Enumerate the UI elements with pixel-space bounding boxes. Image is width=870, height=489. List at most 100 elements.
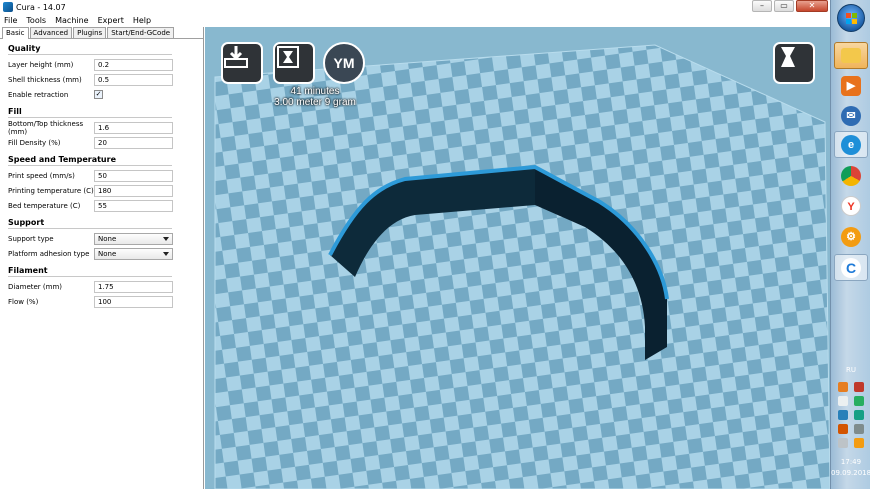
- dropdown-arrow-icon: [163, 236, 169, 241]
- shell-thickness-input[interactable]: 0.5: [94, 73, 173, 86]
- view-mode-button[interactable]: [773, 42, 815, 84]
- fill-density-row: Fill Density (%) 20: [8, 135, 203, 150]
- menu-file[interactable]: File: [4, 16, 17, 25]
- taskbar-settings[interactable]: ⚙: [834, 223, 868, 250]
- settings-tabs: Basic Advanced Plugins Start/End-GCode: [0, 27, 203, 39]
- support-type-row: Support type None: [8, 231, 203, 246]
- printing-temperature-input[interactable]: 180: [94, 184, 173, 197]
- taskbar-internet-explorer[interactable]: e: [834, 131, 868, 158]
- layer-height-label: Layer height (mm): [8, 60, 74, 69]
- printing-temperature-row: Printing temperature (C) 180: [8, 183, 203, 198]
- system-tray: [835, 380, 867, 450]
- tray-update-icon[interactable]: [854, 396, 864, 406]
- yandex-icon: Y: [841, 195, 861, 216]
- print-speed-input[interactable]: 50: [94, 169, 173, 182]
- youmagine-button[interactable]: YM: [323, 42, 365, 84]
- tab-start-end-gcode[interactable]: Start/End-GCode: [107, 27, 175, 38]
- support-type-select[interactable]: None: [94, 232, 173, 245]
- support-type-label: Support type: [8, 234, 54, 243]
- bottom-top-thickness-row: Bottom/Top thickness (mm) 1.6: [8, 119, 203, 136]
- print-time-text: 41 minutes: [290, 86, 340, 97]
- layer-height-input[interactable]: 0.2: [94, 58, 173, 71]
- platform-adhesion-select[interactable]: None: [94, 247, 173, 260]
- print-speed-label: Print speed (mm/s): [8, 171, 75, 180]
- flow-row: Flow (%) 100: [8, 294, 203, 309]
- fill-section: Fill Bottom/Top thickness (mm) 1.6 Fill …: [0, 107, 203, 150]
- taskbar-ccleaner[interactable]: C: [834, 254, 868, 281]
- fill-heading: Fill: [8, 107, 172, 118]
- platform-adhesion-value: None: [98, 249, 117, 258]
- build-plate: [214, 44, 830, 489]
- bed-temperature-input[interactable]: 55: [94, 199, 173, 212]
- tray-avast-icon[interactable]: [838, 382, 848, 392]
- print-button[interactable]: [273, 42, 315, 84]
- tab-advanced[interactable]: Advanced: [29, 27, 73, 38]
- tab-plugins[interactable]: Plugins: [73, 27, 107, 38]
- tab-basic[interactable]: Basic: [2, 27, 29, 39]
- minimize-button[interactable]: –: [752, 0, 772, 12]
- tray-signal-icon[interactable]: [838, 438, 848, 448]
- shell-thickness-row: Shell thickness (mm) 0.5: [8, 72, 203, 87]
- taskbar-explorer[interactable]: [834, 42, 868, 69]
- windows-taskbar: ▶ ✉ e Y ⚙ C RU 17:49 09.09.2018: [830, 0, 870, 489]
- close-button[interactable]: ✕: [796, 0, 828, 12]
- diameter-row: Diameter (mm) 1.75: [8, 279, 203, 294]
- printing-temperature-label: Printing temperature (C): [8, 186, 94, 195]
- print-speed-row: Print speed (mm/s) 50: [8, 168, 203, 183]
- platform-adhesion-label: Platform adhesion type: [8, 249, 90, 258]
- print-material-text: 3.00 meter 9 gram: [274, 97, 356, 108]
- taskbar-chrome[interactable]: [834, 162, 868, 189]
- flow-input[interactable]: 100: [94, 295, 173, 308]
- menu-tools[interactable]: Tools: [26, 16, 46, 25]
- print-estimate: 41 minutes 3.00 meter 9 gram: [250, 86, 380, 108]
- fill-density-input[interactable]: 20: [94, 136, 173, 149]
- filament-section: Filament Diameter (mm) 1.75 Flow (%) 100: [0, 266, 203, 309]
- taskbar-yandex[interactable]: Y: [834, 192, 868, 219]
- shell-thickness-label: Shell thickness (mm): [8, 75, 82, 84]
- tray-usb-icon[interactable]: [854, 424, 864, 434]
- gear-icon: ⚙: [841, 226, 861, 247]
- cura-app-icon: [3, 2, 13, 12]
- tray-warning-icon[interactable]: [854, 438, 864, 448]
- menu-help[interactable]: Help: [133, 16, 151, 25]
- dropdown-arrow-icon: [163, 251, 169, 256]
- bottom-top-thickness-label: Bottom/Top thickness (mm): [8, 119, 84, 136]
- support-heading: Support: [8, 218, 172, 229]
- menu-machine[interactable]: Machine: [55, 16, 89, 25]
- load-model-button[interactable]: [221, 42, 263, 84]
- support-type-value: None: [98, 234, 117, 243]
- language-indicator[interactable]: RU: [831, 366, 870, 374]
- bed-temperature-label: Bed temperature (C): [8, 201, 81, 210]
- menu-bar: File Tools Machine Expert Help: [0, 14, 830, 27]
- tray-network-icon[interactable]: [838, 410, 848, 420]
- clock-date[interactable]: 09.09.2018: [831, 469, 870, 477]
- menu-expert[interactable]: Expert: [98, 16, 124, 25]
- taskbar-media-player[interactable]: ▶: [834, 72, 868, 99]
- clock-time[interactable]: 17:49: [831, 458, 870, 466]
- filament-heading: Filament: [8, 266, 172, 277]
- thunderbird-icon: ✉: [841, 105, 861, 126]
- enable-retraction-checkbox[interactable]: ✓: [94, 90, 103, 99]
- print-icon: [277, 46, 299, 68]
- taskbar-thunderbird[interactable]: ✉: [834, 102, 868, 129]
- tray-shield-icon[interactable]: [838, 424, 848, 434]
- tray-alert-icon[interactable]: [854, 382, 864, 392]
- layer-height-row: Layer height (mm) 0.2: [8, 57, 203, 72]
- maximize-button[interactable]: ▭: [774, 0, 794, 12]
- fill-density-label: Fill Density (%): [8, 138, 61, 147]
- ccleaner-icon: C: [841, 257, 861, 278]
- start-button[interactable]: [837, 4, 865, 32]
- tray-volume-icon[interactable]: [838, 396, 848, 406]
- enable-retraction-label: Enable retraction: [8, 90, 69, 99]
- chrome-icon: [841, 165, 861, 186]
- bottom-top-thickness-input[interactable]: 1.6: [94, 121, 173, 134]
- diameter-input[interactable]: 1.75: [94, 280, 173, 293]
- window-title: Cura - 14.07: [16, 2, 66, 12]
- view-mode-icon: [781, 47, 795, 67]
- tray-sync-icon[interactable]: [854, 410, 864, 420]
- window-controls: – ▭ ✕: [750, 0, 828, 12]
- flow-label: Flow (%): [8, 297, 39, 306]
- folder-icon: [841, 48, 861, 63]
- 3d-viewport[interactable]: YM 41 minutes 3.00 meter 9 gram: [205, 27, 830, 489]
- ie-icon: e: [841, 134, 861, 155]
